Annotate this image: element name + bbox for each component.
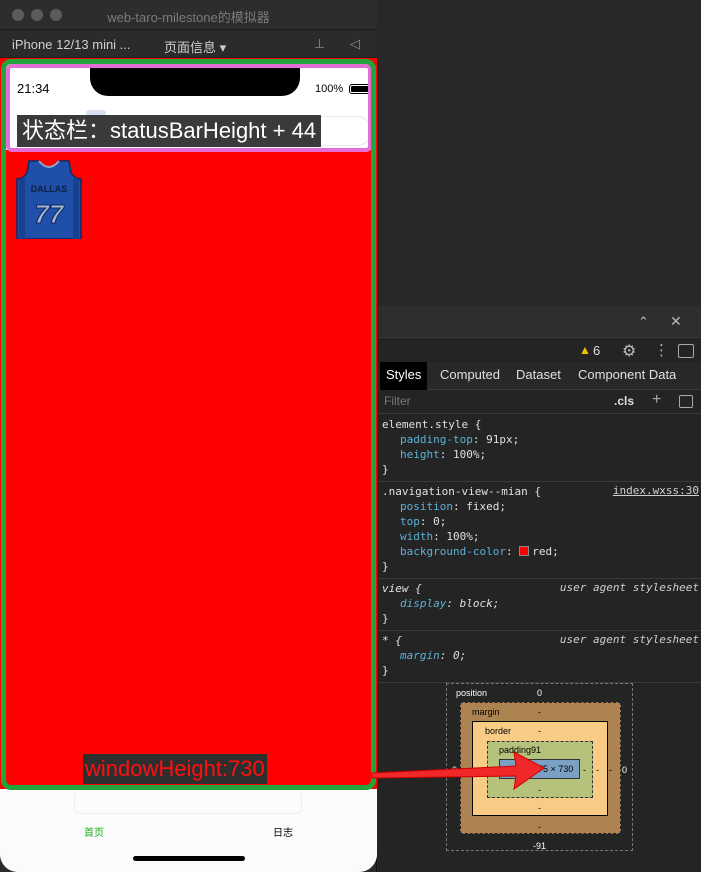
margin-bottom-value[interactable]: - [538, 822, 541, 832]
close-icon[interactable]: ✕ [670, 313, 682, 330]
devtools-tabs: Styles Computed Dataset Component Data [378, 362, 701, 390]
titlebar: web-taro-milestone的模拟器 [0, 0, 377, 30]
position-bottom-value[interactable]: -91 [533, 841, 546, 851]
declaration[interactable]: padding-top: 91px; [382, 432, 697, 447]
pin-icon[interactable]: ⊥ [314, 36, 325, 52]
margin-label: margin [472, 707, 500, 717]
tab-home[interactable]: 首页 [84, 824, 104, 839]
rule-selector: element.style { [382, 418, 482, 431]
declaration[interactable]: top: 0; [382, 514, 697, 529]
warning-icon[interactable]: ▲ [579, 343, 591, 357]
simulator-window: web-taro-milestone的模拟器 iPhone 12/13 mini… [0, 0, 377, 872]
rule-source: user agent stylesheet [559, 633, 699, 646]
rule-source: user agent stylesheet [559, 581, 699, 594]
new-rule-button[interactable]: + [652, 391, 661, 409]
window-height-highlight [1, 59, 376, 790]
rule-element-style: element.style { padding-top: 91px; heigh… [378, 415, 701, 482]
more-vertical-icon[interactable]: ⋮ [654, 341, 669, 359]
tab-computed[interactable]: Computed [434, 362, 506, 390]
content-size[interactable]: 375 × 730 [533, 764, 573, 774]
style-rules: element.style { padding-top: 91px; heigh… [378, 415, 701, 683]
border-right-value[interactable]: - [596, 765, 599, 775]
padding-right-value[interactable]: - [583, 765, 586, 775]
dock-icon[interactable] [678, 344, 694, 358]
screen: web-taro-milestone的模拟器 iPhone 12/13 mini… [0, 0, 701, 872]
position-top-value[interactable]: 0 [537, 688, 542, 698]
border-bottom-value[interactable]: - [538, 803, 541, 813]
filter-bar: Filter .cls + [378, 390, 701, 414]
chevron-up-icon[interactable]: ⌃ [638, 314, 649, 330]
rule-view: view { user agent stylesheet display: bl… [378, 579, 701, 631]
rule-source-link[interactable]: index.wxss:30 [613, 484, 699, 497]
tab-dataset[interactable]: Dataset [510, 362, 567, 390]
border-label: border [485, 726, 512, 736]
tab-component-data[interactable]: Component Data [572, 362, 682, 390]
border-top-value[interactable]: - [538, 726, 541, 736]
warning-count[interactable]: 6 [593, 343, 600, 358]
position-right-value[interactable]: 0 [622, 765, 627, 775]
sidebar-toggle-icon[interactable] [679, 395, 693, 408]
tab-bar-outline [74, 794, 302, 814]
declaration[interactable]: height: 100%; [382, 447, 697, 462]
padding-bottom-value[interactable]: - [538, 785, 541, 795]
tab-styles[interactable]: Styles [380, 362, 428, 390]
declaration[interactable]: background-color: red; [382, 544, 697, 559]
padding-label: padding91 [499, 745, 542, 755]
page-info-dropdown[interactable]: 页面信息 ▾ [164, 37, 226, 56]
gear-icon[interactable]: ⚙ [622, 341, 636, 361]
window-title: web-taro-milestone的模拟器 [107, 10, 270, 25]
device-selector[interactable]: iPhone 12/13 mini ... [12, 37, 131, 52]
cls-button[interactable]: .cls [614, 394, 634, 408]
phone-screen: 21:34 100% 状态栏：statusBarHeight + 44 DALL… [0, 58, 377, 872]
speaker-icon[interactable]: ◁ [350, 36, 360, 52]
declaration[interactable]: width: 100%; [382, 529, 697, 544]
margin-right-value[interactable]: - [609, 765, 612, 775]
position-label: position [456, 688, 488, 698]
home-indicator[interactable] [133, 856, 245, 861]
declaration: margin: 0; [400, 649, 467, 662]
declaration[interactable]: position: fixed; [382, 499, 697, 514]
rule-navigation-view: .navigation-view--mian { index.wxss:30 p… [378, 482, 701, 579]
position-left-value[interactable]: 0 [452, 765, 457, 775]
tab-bar: 首页 日志 [0, 791, 377, 872]
window-height-annotation: windowHeight:730 [83, 754, 267, 784]
margin-top-value[interactable]: - [538, 707, 541, 717]
simulator-toolbar: iPhone 12/13 mini ... 页面信息 ▾ ⊥ ◁ [0, 30, 377, 58]
tab-log[interactable]: 日志 [273, 824, 293, 839]
filter-input[interactable]: Filter [384, 394, 411, 408]
rule-universal: * { user agent stylesheet margin: 0; } [378, 631, 701, 683]
color-swatch[interactable] [519, 546, 530, 556]
devtools-header: ⌃ ✕ [378, 306, 701, 338]
declaration: display: block; [400, 597, 500, 610]
